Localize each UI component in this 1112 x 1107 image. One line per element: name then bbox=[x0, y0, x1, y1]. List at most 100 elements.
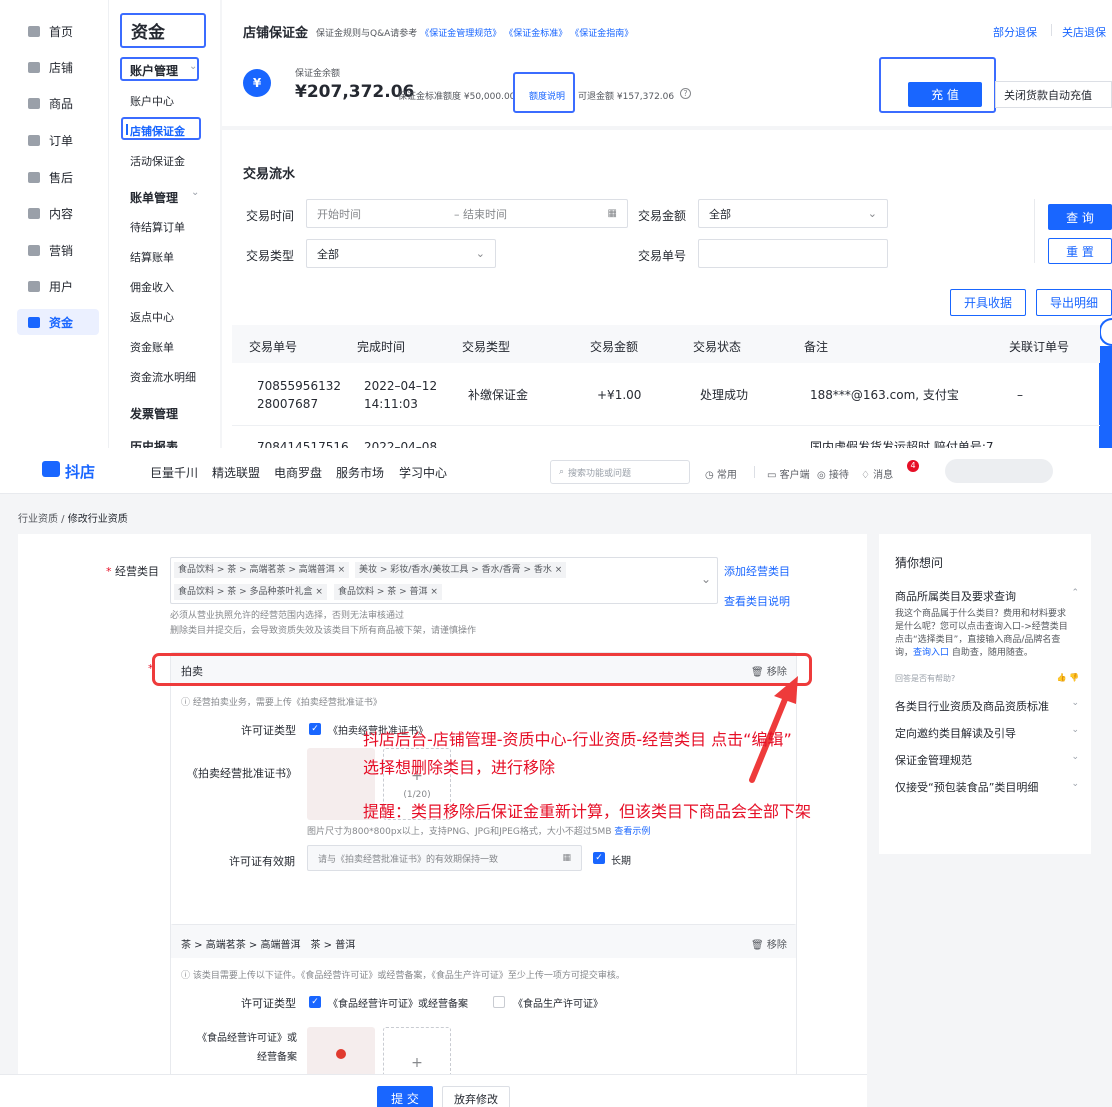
nav-pending-orders[interactable]: 待结算订单 bbox=[130, 219, 185, 235]
row1-note: 188***@163.com, 支付宝 bbox=[810, 388, 959, 402]
nav-orders[interactable]: 订单 bbox=[28, 129, 73, 151]
deposit-rules: 保证金规则与Q&A请参考 《保证金管理规范》 《保证金标准》 《保证金指南》 bbox=[316, 26, 633, 39]
partial-refund-link[interactable]: 部分退保 bbox=[993, 24, 1037, 40]
shield-icon: ¥ bbox=[243, 69, 271, 97]
nav-funds[interactable]: 资金 bbox=[17, 309, 99, 335]
category-select[interactable]: 食品饮料 > 茶 > 高端茗茶 > 高端普洱 × 美妆 > 彩妆/香水/美妆工具… bbox=[170, 557, 718, 604]
balance-label: 保证金余额 bbox=[295, 69, 341, 79]
standard-link[interactable]: 《保证金标准》 bbox=[504, 26, 567, 39]
nav-fund-flow[interactable]: 资金流水明细 bbox=[130, 369, 196, 385]
faq-title: 猜你想问 bbox=[895, 556, 944, 570]
thumbs-down-icon[interactable]: 👎 bbox=[1069, 673, 1079, 682]
search-input[interactable]: ⌕ 搜索功能或问题 bbox=[550, 460, 690, 484]
bell-icon[interactable]: ♢ 消息 bbox=[861, 466, 893, 481]
home-icon bbox=[28, 25, 40, 37]
category-label: * 经营类目 bbox=[106, 565, 159, 578]
nav-marketing[interactable]: 营销 bbox=[28, 239, 73, 261]
receipt-button[interactable]: 开具收据 bbox=[950, 289, 1026, 316]
client-icon[interactable]: ▭ 客户端 bbox=[767, 466, 810, 481]
tea-remove-button[interactable]: 🗑 移除 bbox=[751, 936, 787, 951]
nav-fund-bill[interactable]: 资金账单 bbox=[130, 339, 174, 355]
nav-rebate[interactable]: 返点中心 bbox=[130, 309, 174, 325]
faq-item-invite[interactable]: 定向邀约类目解读及引导 ⌄ bbox=[895, 725, 1079, 741]
nav-alliance[interactable]: 精选联盟 bbox=[212, 464, 260, 481]
food-license-checkbox[interactable]: ✓ bbox=[309, 996, 321, 1008]
balance-value: ¥207,372.06 bbox=[295, 82, 415, 102]
service-icon[interactable]: ◎ 接待 bbox=[817, 466, 849, 481]
nav-goods[interactable]: 商品 bbox=[28, 92, 73, 114]
category-tag[interactable]: 食品饮料 > 茶 > 多品种茶叶礼盒 × bbox=[174, 584, 327, 600]
amount-select[interactable]: 全部 ⌄ bbox=[698, 199, 888, 228]
faq-item-deposit[interactable]: 保证金管理规范 ⌄ bbox=[895, 752, 1079, 768]
nav-qianchuan[interactable]: 巨量千川 bbox=[150, 464, 198, 481]
deposit-title: 店铺保证金 bbox=[243, 26, 309, 41]
bill-group[interactable]: 账单管理 bbox=[130, 189, 178, 206]
content-icon bbox=[28, 207, 40, 219]
reset-button[interactable]: 重 置 bbox=[1048, 238, 1112, 264]
add-category-link[interactable]: 添加经营类目 bbox=[724, 563, 790, 579]
qualification-screenshot: 抖店 巨量千川 精选联盟 电商罗盘 服务市场 学习中心 ⌕ 搜索功能或问题 ◷ 常… bbox=[0, 448, 1112, 1107]
divider bbox=[1034, 199, 1035, 263]
nav-home[interactable]: 首页 bbox=[28, 20, 73, 42]
nav-users[interactable]: 用户 bbox=[28, 275, 73, 297]
trade-no-input[interactable] bbox=[698, 239, 888, 268]
close-refund-link[interactable]: 关店退保 bbox=[1062, 24, 1106, 40]
example-link[interactable]: 查看示例 bbox=[614, 827, 650, 837]
faq-item-standards[interactable]: 各类目行业资质及商品资质标准 ⌄ bbox=[895, 698, 1079, 714]
category-tag[interactable]: 食品饮料 > 茶 > 普洱 × bbox=[334, 584, 442, 600]
flow-title: 交易流水 bbox=[243, 167, 296, 182]
valid-date-input[interactable]: 请与《拍卖经营批准证书》的有效期保持一致 ▦ bbox=[307, 845, 582, 871]
question-icon[interactable]: ? bbox=[680, 88, 691, 99]
faq-item-category[interactable]: 商品所属类目及要求查询 ⌃ bbox=[895, 588, 1079, 604]
export-button[interactable]: 导出明细 bbox=[1036, 289, 1112, 316]
nav-market[interactable]: 服务市场 bbox=[336, 464, 384, 481]
auto-recharge-toggle[interactable]: 关闭货款自动充值 bbox=[995, 81, 1112, 108]
nav-history-report[interactable]: 历史报表 bbox=[130, 438, 178, 448]
nav-settlement[interactable]: 结算账单 bbox=[130, 249, 174, 265]
chevron-down-icon: ⌄ bbox=[701, 572, 712, 586]
nav-account-center[interactable]: 账户中心 bbox=[130, 93, 174, 109]
col-amount: 交易金额 bbox=[590, 340, 639, 354]
category-desc-link[interactable]: 查看类目说明 bbox=[724, 593, 790, 609]
submit-button[interactable]: 提 交 bbox=[377, 1086, 433, 1107]
nav-aftersale[interactable]: 售后 bbox=[28, 166, 73, 188]
faq-answer: 我这个商品属于什么类目？费用和材料要求 是什么呢？您可以点击查询入口->经营类目… bbox=[895, 609, 1068, 658]
nav-content[interactable]: 内容 bbox=[28, 202, 73, 224]
col-order: 关联订单号 bbox=[1009, 340, 1070, 354]
avatar[interactable] bbox=[945, 459, 1053, 483]
guide-link[interactable]: 《保证金指南》 bbox=[570, 26, 633, 39]
date-range-input[interactable]: 开始时间 – 结束时间 ▦ bbox=[306, 199, 628, 228]
breadcrumb-parent[interactable]: 行业资质 bbox=[18, 514, 58, 525]
invoice-group[interactable]: 发票管理 bbox=[130, 405, 178, 422]
category-tag[interactable]: 食品饮料 > 茶 > 高端茗茶 > 高端普洱 × bbox=[174, 562, 350, 578]
side-assistant-bar[interactable] bbox=[1099, 346, 1112, 448]
production-license-checkbox[interactable] bbox=[493, 996, 505, 1008]
type-select[interactable]: 全部 ⌄ bbox=[306, 239, 496, 268]
logo-text[interactable]: 抖店 bbox=[65, 461, 95, 482]
nav-activity-deposit[interactable]: 活动保证金 bbox=[130, 153, 185, 169]
nav-learn[interactable]: 学习中心 bbox=[399, 464, 447, 481]
recharge-button[interactable]: 充 值 bbox=[908, 82, 982, 107]
chevron-down-icon: ⌄ bbox=[867, 207, 877, 220]
search-icon: ⌕ bbox=[559, 467, 565, 477]
nav-commission[interactable]: 佣金收入 bbox=[130, 279, 174, 295]
query-button[interactable]: 查 询 bbox=[1048, 204, 1112, 230]
history-icon[interactable]: ◷ 常用 bbox=[705, 466, 737, 481]
discard-button[interactable]: 放弃修改 bbox=[442, 1086, 510, 1107]
category-tag[interactable]: 美妆 > 彩妆/香水/美妆工具 > 香水/香膏 > 香水 × bbox=[355, 562, 567, 578]
marketing-icon bbox=[28, 244, 40, 256]
type-label: 交易类型 bbox=[246, 249, 295, 263]
divider bbox=[754, 466, 755, 478]
thumbs-up-icon[interactable]: 👍 bbox=[1057, 673, 1067, 682]
query-entry-link[interactable]: 查询入口 bbox=[913, 648, 949, 658]
rules-link[interactable]: 《保证金管理规范》 bbox=[420, 26, 501, 39]
message-badge: 4 bbox=[907, 460, 919, 472]
row2-no: 708414517516 bbox=[257, 440, 349, 448]
long-term-checkbox[interactable]: ✓ bbox=[593, 852, 605, 864]
nav-compass[interactable]: 电商罗盘 bbox=[274, 464, 322, 481]
trash-icon: 🗑 bbox=[751, 940, 764, 951]
goods-icon bbox=[28, 97, 40, 109]
nav-shop[interactable]: 店铺 bbox=[28, 56, 73, 78]
faq-item-food[interactable]: 仅接受“预包装食品”类目明细 ⌄ bbox=[895, 779, 1079, 795]
license-type-checkbox[interactable]: ✓ bbox=[309, 723, 321, 735]
